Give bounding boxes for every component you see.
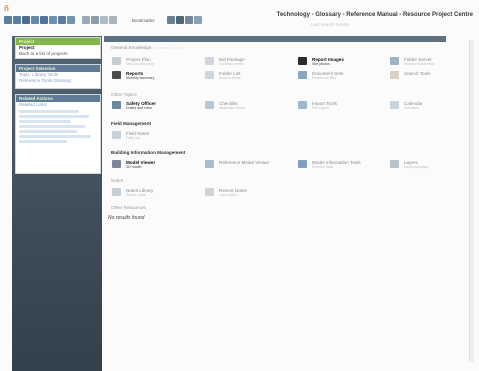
notes-icon — [112, 131, 121, 139]
no-results-text: No results found — [108, 215, 145, 221]
sidebar-project-link[interactable]: Back to a list of projects — [16, 51, 100, 57]
menu-item-subtitle: Contract review — [219, 62, 244, 66]
forward-arrow-icon[interactable] — [13, 16, 21, 24]
sidebar: Project Project Back to a list of projec… — [12, 36, 102, 371]
safety-icon — [112, 101, 121, 109]
calendar-icon — [390, 101, 399, 109]
menu-item-subtitle: Archive items — [219, 76, 241, 80]
menu-item-subtitle: Inspection items — [219, 106, 245, 110]
menu-item-subtitle: 3D model — [126, 165, 142, 169]
panel-icon[interactable] — [67, 16, 75, 24]
menu-item-subtitle: Duties and roles — [126, 106, 152, 110]
sidebar-panel-selection: Project Selection Topic: Library Tools R… — [15, 64, 101, 89]
checklist-icon — [205, 101, 214, 109]
menu-item-subtitle: Step-by-step plan — [126, 62, 155, 66]
info-icon[interactable] — [194, 16, 202, 24]
notes-icon[interactable] — [109, 16, 117, 24]
home-icon[interactable] — [58, 16, 66, 24]
category-notes: Notes — [111, 178, 124, 183]
books-icon[interactable] — [22, 16, 30, 24]
category-field: Field Management — [111, 121, 152, 126]
model-icon — [112, 160, 121, 168]
plan-icon — [112, 57, 121, 65]
menu-item-subtitle: Shared documents — [404, 62, 435, 66]
package-icon — [205, 57, 214, 65]
report-icon — [112, 71, 121, 79]
camera-icon — [298, 57, 307, 65]
search-icon[interactable] — [100, 16, 108, 24]
sidebar-placeholder-line — [19, 130, 77, 133]
server-icon — [390, 57, 399, 65]
app-logo: ñ — [4, 4, 9, 13]
sidebar-placeholder-line — [19, 120, 71, 123]
sidebar-placeholder-line — [19, 135, 91, 138]
menu-item-subtitle: Daily log — [126, 136, 140, 140]
category-building: Building Information Management — [111, 150, 186, 155]
menu-item-subtitle: Last edited — [219, 193, 237, 197]
subtitle: Last search results — [311, 22, 349, 27]
category-footer: Other Resources — [111, 205, 146, 210]
search-tool-icon — [390, 71, 399, 79]
sidebar-placeholder-line — [19, 110, 79, 113]
layers-icon — [390, 160, 399, 168]
sidebar-panel-header: Project Selection — [16, 65, 100, 72]
recent-icon — [205, 188, 214, 196]
info-model-icon — [298, 160, 307, 168]
tools-icon[interactable] — [167, 16, 175, 24]
import-icon — [298, 101, 307, 109]
sidebar-selection-line[interactable]: Reference Tools Glossary — [16, 78, 100, 84]
library-icon[interactable] — [40, 16, 48, 24]
sidebar-panel-header: Related Actions — [16, 95, 100, 102]
menu-item-title: Reference Model Viewer — [219, 160, 270, 165]
menu-item-subtitle: Reference files — [312, 76, 336, 80]
sidebar-panel-header: Project — [16, 38, 100, 45]
sidebar-panel-project: Project Project Back to a list of projec… — [15, 37, 101, 59]
refresh-icon[interactable] — [49, 16, 57, 24]
menu-item-subtitle: Monthly summary — [126, 76, 155, 80]
sidebar-panel-actions: Related Actions Related Links — [15, 94, 101, 174]
settings-icon[interactable] — [176, 16, 184, 24]
sidebar-placeholder-line — [19, 115, 89, 118]
bookmark-icon[interactable] — [82, 16, 90, 24]
menu-item-subtitle: Saved notes — [126, 193, 146, 197]
sidebar-actions-line[interactable]: Related Links — [16, 102, 100, 108]
sidebar-placeholder-line — [19, 125, 85, 128]
sidebar-placeholder-line — [19, 140, 67, 143]
toolbar-label[interactable]: Bookmarks — [132, 18, 155, 23]
folder-icon — [205, 71, 214, 79]
menu-item-title: Search Tools — [404, 71, 431, 76]
menu-item-subtitle: Site photos — [312, 62, 330, 66]
print-icon[interactable] — [91, 16, 99, 24]
book-icon[interactable] — [31, 16, 39, 24]
window-title: Technology - Glossary - Reference Manual… — [276, 12, 473, 18]
category-other: Other Topics — [111, 92, 137, 97]
menu-item-subtitle: Element data — [312, 165, 334, 169]
help-icon[interactable] — [185, 16, 193, 24]
scrollbar[interactable] — [469, 40, 474, 362]
main-tab-strip[interactable]: Related Topics Articles Bookmarks Glossa… — [104, 36, 446, 50]
category-general: General Knowledge — [111, 45, 152, 50]
documents-icon — [298, 71, 307, 79]
library-icon — [112, 188, 121, 196]
menu-item-subtitle: Layer manager — [404, 165, 429, 169]
menu-item-subtitle: Schedule — [404, 106, 419, 110]
menu-item-subtitle: File import — [312, 106, 329, 110]
back-arrow-icon[interactable] — [4, 16, 12, 24]
viewer-icon — [205, 160, 214, 168]
